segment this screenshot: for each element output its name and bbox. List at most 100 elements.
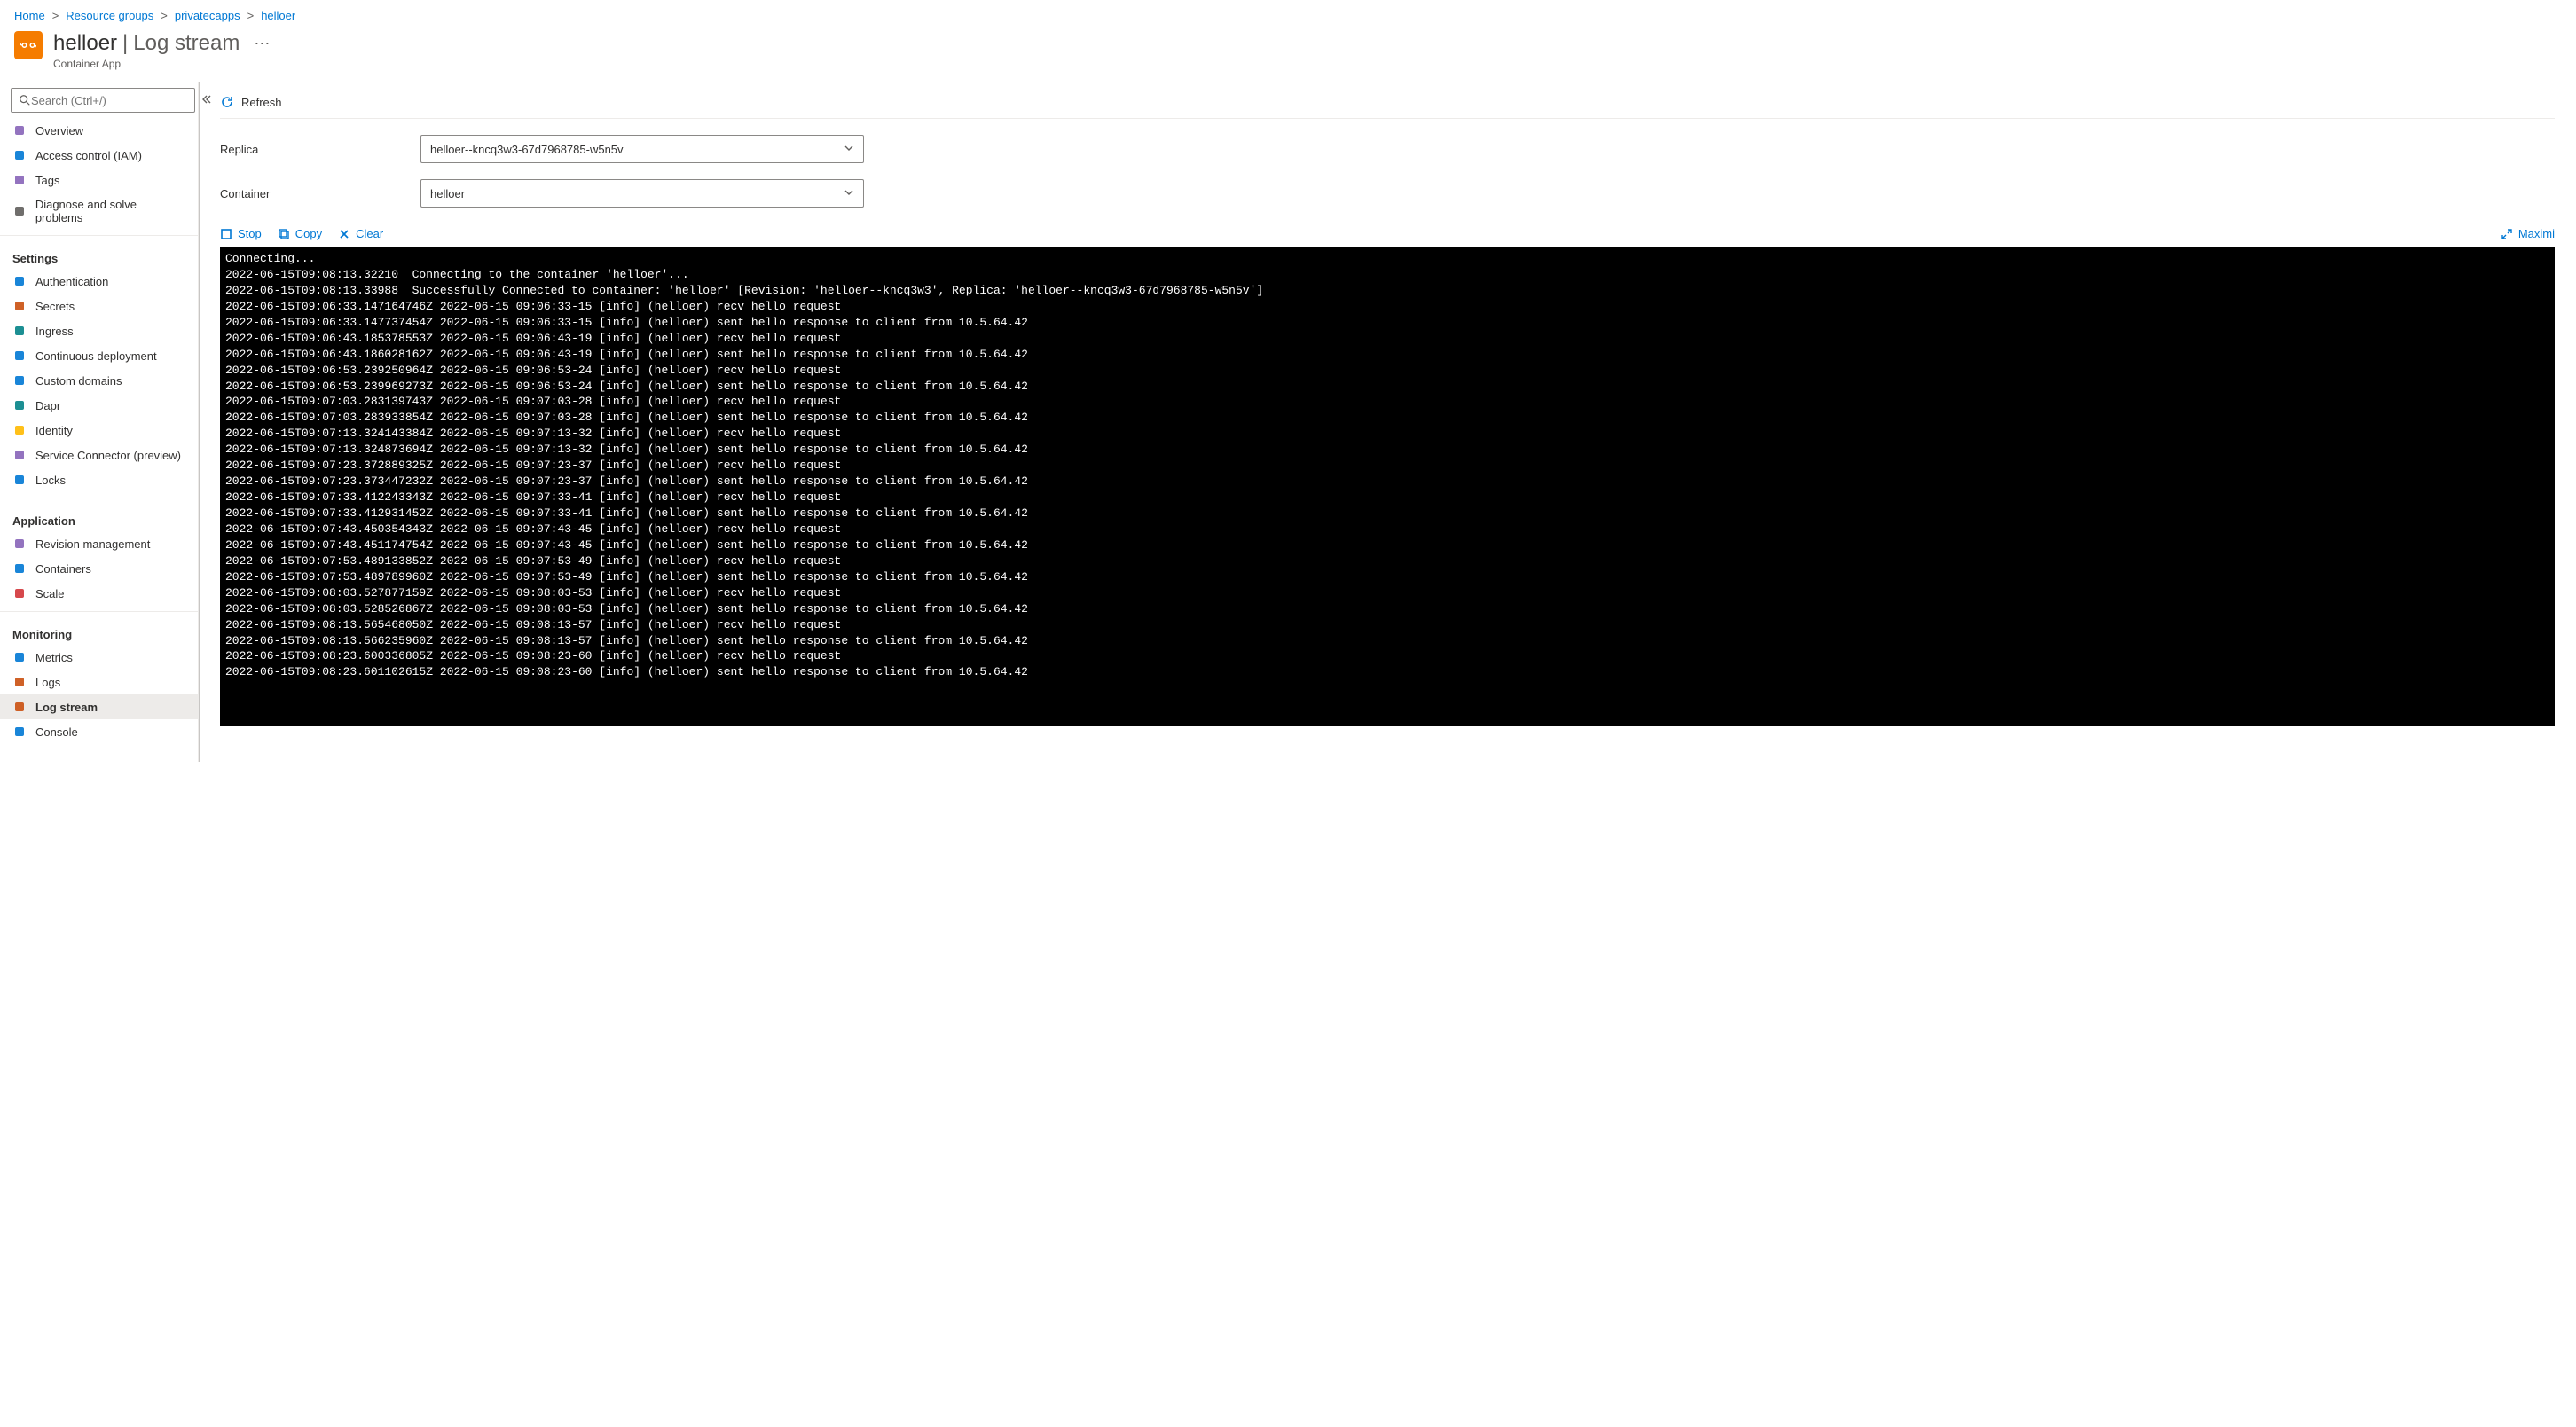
overview-icon: [12, 123, 27, 137]
log-line: 2022-06-15T09:08:23.601102615Z 2022-06-1…: [225, 664, 2549, 680]
sidebar-item-secrets[interactable]: Secrets: [0, 294, 198, 318]
sidebar-item-tags[interactable]: Tags: [0, 168, 198, 192]
iam-icon: [12, 148, 27, 162]
sidebar-item-identity[interactable]: Identity: [0, 418, 198, 443]
page-header: helloer | Log stream ⋯ Container App: [0, 27, 2576, 82]
app-icon: [14, 31, 43, 59]
sidebar-item-label: Revision management: [35, 537, 150, 551]
log-line: 2022-06-15T09:06:33.147737454Z 2022-06-1…: [225, 315, 2549, 331]
log-line: 2022-06-15T09:08:23.600336805Z 2022-06-1…: [225, 648, 2549, 664]
log-line: 2022-06-15T09:07:13.324143384Z 2022-06-1…: [225, 426, 2549, 442]
sidebar-item-metrics[interactable]: Metrics: [0, 645, 198, 670]
cd-icon: [12, 349, 27, 363]
sidebar-item-label: Diagnose and solve problems: [35, 198, 185, 224]
maximize-icon: [2501, 228, 2513, 240]
log-line: 2022-06-15T09:07:03.283139743Z 2022-06-1…: [225, 394, 2549, 410]
sidebar-item-scale[interactable]: Scale: [0, 581, 198, 606]
log-line: 2022-06-15T09:07:23.373447232Z 2022-06-1…: [225, 474, 2549, 490]
breadcrumb-link[interactable]: helloer: [261, 9, 295, 22]
sidebar-item-label: Console: [35, 725, 78, 739]
sidebar-search[interactable]: [11, 88, 195, 113]
chevron-down-icon: [844, 143, 854, 156]
log-line: 2022-06-15T09:06:43.186028162Z 2022-06-1…: [225, 347, 2549, 363]
log-console[interactable]: Connecting...2022-06-15T09:08:13.32210 C…: [220, 247, 2555, 726]
search-icon: [19, 94, 31, 106]
ingress-icon: [12, 324, 27, 338]
page-section: Log stream: [133, 31, 240, 56]
sidebar-item-logs[interactable]: Logs: [0, 670, 198, 694]
copy-label: Copy: [295, 227, 322, 240]
maximize-label: Maximi: [2518, 227, 2555, 240]
sidebar-item-svcconn[interactable]: Service Connector (preview): [0, 443, 198, 467]
sidebar-item-containers[interactable]: Containers: [0, 556, 198, 581]
breadcrumb-link[interactable]: Resource groups: [66, 9, 153, 22]
container-value: helloer: [430, 187, 465, 200]
sidebar-item-dapr[interactable]: Dapr: [0, 393, 198, 418]
log-line: 2022-06-15T09:07:03.283933854Z 2022-06-1…: [225, 410, 2549, 426]
sidebar-item-overview[interactable]: Overview: [0, 118, 198, 143]
breadcrumb-link[interactable]: privatecapps: [175, 9, 240, 22]
sidebar-item-label: Secrets: [35, 300, 75, 313]
logs-icon: [12, 675, 27, 689]
replica-select[interactable]: helloer--kncq3w3-67d7968785-w5n5v: [420, 135, 864, 163]
sidebar-item-auth[interactable]: Authentication: [0, 269, 198, 294]
scale-icon: [12, 586, 27, 600]
sidebar-item-label: Custom domains: [35, 374, 122, 388]
page-subtitle: Container App: [53, 58, 270, 70]
log-line: 2022-06-15T09:07:13.324873694Z 2022-06-1…: [225, 442, 2549, 458]
sidebar-item-locks[interactable]: Locks: [0, 467, 198, 492]
identity-icon: [12, 423, 27, 437]
stop-label: Stop: [238, 227, 262, 240]
nav-section-title: Monitoring: [0, 617, 198, 645]
breadcrumb: Home>Resource groups>privatecapps>helloe…: [0, 0, 2576, 27]
logstream-icon: [12, 700, 27, 714]
log-line: 2022-06-15T09:08:13.32210 Connecting to …: [225, 267, 2549, 283]
chevron-down-icon: [844, 187, 854, 200]
nav-section-title: Settings: [0, 241, 198, 269]
container-select[interactable]: helloer: [420, 179, 864, 208]
sidebar-item-logstream[interactable]: Log stream: [0, 694, 198, 719]
sidebar-search-input[interactable]: [31, 94, 187, 107]
container-label: Container: [220, 187, 420, 200]
metrics-icon: [12, 650, 27, 664]
diag-icon: [12, 204, 27, 218]
more-button[interactable]: ⋯: [254, 35, 270, 53]
log-line: 2022-06-15T09:08:13.566235960Z 2022-06-1…: [225, 633, 2549, 649]
clear-button[interactable]: Clear: [338, 227, 383, 240]
sidebar-item-revmgmt[interactable]: Revision management: [0, 531, 198, 556]
breadcrumb-link[interactable]: Home: [14, 9, 45, 22]
refresh-button[interactable]: Refresh: [220, 82, 2555, 119]
log-line: 2022-06-15T09:08:13.565468050Z 2022-06-1…: [225, 617, 2549, 633]
log-line: 2022-06-15T09:08:03.528526867Z 2022-06-1…: [225, 601, 2549, 617]
sidebar-item-domains[interactable]: Custom domains: [0, 368, 198, 393]
sidebar-item-label: Tags: [35, 174, 59, 187]
sidebar-scrollbar[interactable]: [199, 82, 200, 762]
sidebar-item-label: Continuous deployment: [35, 349, 157, 363]
sidebar-item-label: Service Connector (preview): [35, 449, 181, 462]
sidebar-item-label: Dapr: [35, 399, 60, 412]
sidebar-item-iam[interactable]: Access control (IAM): [0, 143, 198, 168]
chevron-left-double-icon: [202, 95, 211, 104]
sidebar-item-cd[interactable]: Continuous deployment: [0, 343, 198, 368]
breadcrumb-separator: >: [247, 9, 255, 22]
copy-button[interactable]: Copy: [278, 227, 322, 240]
stop-button[interactable]: Stop: [220, 227, 262, 240]
page-title: helloer: [53, 31, 117, 56]
maximize-button[interactable]: Maximi: [2501, 227, 2555, 240]
sidebar-item-label: Log stream: [35, 701, 98, 714]
nav-divider: [0, 611, 198, 612]
sidebar-item-label: Ingress: [35, 325, 74, 338]
sidebar-item-diag[interactable]: Diagnose and solve problems: [0, 192, 198, 230]
sidebar-item-ingress[interactable]: Ingress: [0, 318, 198, 343]
log-line: 2022-06-15T09:07:33.412931452Z 2022-06-1…: [225, 506, 2549, 521]
log-line: 2022-06-15T09:06:43.185378553Z 2022-06-1…: [225, 331, 2549, 347]
log-line: 2022-06-15T09:06:53.239250964Z 2022-06-1…: [225, 363, 2549, 379]
refresh-icon: [220, 95, 234, 109]
collapse-sidebar-button[interactable]: [202, 95, 211, 106]
sidebar-item-console[interactable]: Console: [0, 719, 198, 744]
breadcrumb-separator: >: [161, 9, 168, 22]
tags-icon: [12, 173, 27, 187]
log-line: 2022-06-15T09:07:23.372889325Z 2022-06-1…: [225, 458, 2549, 474]
log-line: 2022-06-15T09:07:43.451174754Z 2022-06-1…: [225, 537, 2549, 553]
sidebar-item-label: Identity: [35, 424, 73, 437]
